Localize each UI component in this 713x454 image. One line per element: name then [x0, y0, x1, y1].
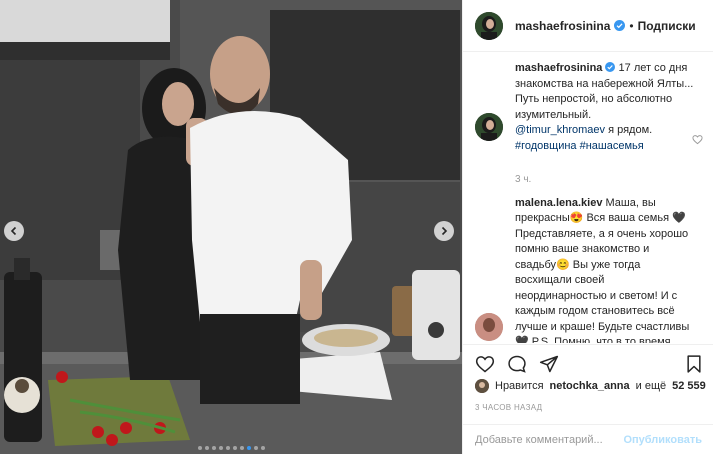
carousel-dot: [260, 446, 265, 450]
verified-icon: [614, 20, 626, 31]
commenter-avatar[interactable]: [475, 312, 503, 341]
carousel-dot: [204, 446, 209, 450]
carousel-dot: [253, 446, 258, 450]
chevron-right-icon: [441, 226, 448, 236]
action-bar: [463, 344, 713, 382]
caption-after-mention: я рядом.: [605, 124, 653, 136]
comment-text: Маша, вы прекрасны😍 Вся ваша семья 🖤 Пре…: [515, 196, 690, 344]
comment-item: malena.lena.kiev Маша, вы прекрасны😍 Вся…: [475, 196, 707, 344]
add-comment-bar: Опубликовать: [463, 424, 713, 454]
carousel-dot: [246, 446, 251, 450]
caption: mashaefrosinina 17 лет со дня знакомства…: [475, 61, 707, 188]
likes-joiner: и ещё: [635, 380, 667, 392]
comment-input[interactable]: [475, 433, 624, 446]
bookmark-icon[interactable]: [684, 354, 704, 374]
author-avatar[interactable]: [475, 11, 503, 40]
caption-hashtags[interactable]: #годовщина #нашасемья: [515, 140, 644, 152]
share-icon[interactable]: [539, 354, 559, 374]
carousel-dot: [197, 446, 202, 450]
comments-section: mashaefrosinina 17 лет со дня знакомства…: [475, 61, 707, 343]
instagram-post: mashaefrosinina • Подписки mashaefrosini…: [0, 0, 713, 454]
chevron-left-icon: [10, 226, 17, 236]
liker-username[interactable]: netochka_anna: [550, 380, 630, 392]
caption-mention[interactable]: @timur_khromaev: [515, 124, 605, 136]
post-photo[interactable]: [0, 0, 462, 454]
carousel-dot: [225, 446, 230, 450]
likes-count[interactable]: 52 559: [672, 380, 706, 392]
header-separator: •: [629, 18, 634, 33]
carousel-dot: [239, 446, 244, 450]
kitchen-couple-photo: [0, 0, 462, 454]
carousel-dot: [232, 446, 237, 450]
comment-icon[interactable]: [507, 354, 527, 374]
likes-row: Нравится netochka_anna и ещё 52 559: [475, 379, 706, 393]
carousel-dot: [211, 446, 216, 450]
like-small-icon[interactable]: [692, 134, 703, 145]
comment-username[interactable]: malena.lena.kiev: [515, 197, 602, 209]
post-side-panel: mashaefrosinina • Подписки mashaefrosini…: [462, 0, 713, 454]
author-username[interactable]: mashaefrosinina: [515, 19, 610, 33]
caption-avatar[interactable]: [475, 113, 503, 141]
carousel-indicator: [0, 446, 462, 450]
caption-username[interactable]: mashaefrosinina: [515, 62, 602, 74]
next-photo-button[interactable]: [434, 221, 454, 241]
liker-avatar[interactable]: [475, 379, 489, 393]
post-timestamp: 3 ЧАСОВ НАЗАД: [475, 403, 543, 412]
post-header: mashaefrosinina • Подписки: [463, 0, 713, 52]
verified-icon: [605, 62, 616, 72]
previous-photo-button[interactable]: [4, 221, 24, 241]
likes-prefix: Нравится: [495, 380, 544, 392]
publish-button[interactable]: Опубликовать: [623, 434, 702, 446]
carousel-dot: [218, 446, 223, 450]
following-button[interactable]: Подписки: [638, 19, 696, 33]
heart-icon[interactable]: [475, 354, 495, 374]
caption-time: 3 ч.: [515, 174, 532, 185]
